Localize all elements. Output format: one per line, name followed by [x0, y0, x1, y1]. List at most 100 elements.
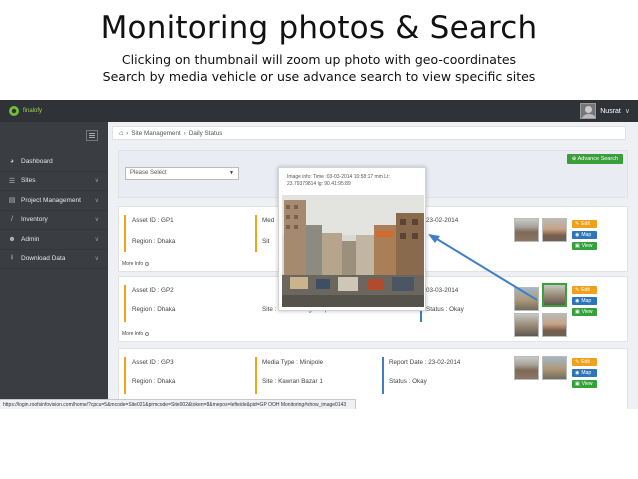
- map-button[interactable]: ◉ Map: [572, 297, 597, 305]
- more-info-link[interactable]: More Info: [122, 261, 150, 267]
- advance-search-button[interactable]: ⊕ Advance Search: [566, 154, 623, 164]
- map-label: Map: [581, 232, 592, 238]
- slide-title: Monitoring photos & Search: [100, 10, 538, 46]
- site-name: Sit: [262, 238, 270, 245]
- browser-status-url: https://login.roofsinfovision.com/home/?…: [0, 399, 356, 409]
- media-type: Med: [262, 217, 275, 224]
- status: Status : Okay: [426, 306, 464, 313]
- chevron-down-icon: ∨: [94, 217, 99, 224]
- view-icon: ▣: [575, 381, 580, 387]
- photo-thumbnail[interactable]: [514, 218, 539, 242]
- sidebar-item-admin[interactable]: ☻ Admin ∨: [0, 230, 108, 250]
- brand-icon: [9, 106, 19, 116]
- accent-bar: [382, 357, 384, 394]
- asset-id: Asset ID : GP3: [132, 359, 174, 366]
- breadcrumb-separator: ›: [183, 129, 186, 137]
- map-button[interactable]: ◉ Map: [572, 231, 597, 239]
- more-info-link[interactable]: More Info: [122, 331, 150, 337]
- report-date: 23-02-2014: [426, 217, 459, 224]
- view-button[interactable]: ▣ View: [572, 308, 597, 316]
- menu-toggle-icon[interactable]: [86, 130, 98, 141]
- accent-bar: [255, 215, 257, 252]
- select-value: Please Select: [130, 170, 167, 176]
- chevron-down-icon: ∨: [94, 256, 99, 263]
- street-photo-image: [282, 195, 424, 307]
- sidebar-nav: ◕ Dashboard ☰ Sites ∨ ▤ Project Manageme…: [0, 152, 108, 269]
- brand-logo[interactable]: finalofy: [8, 105, 42, 117]
- advance-search-label: Advance Search: [577, 156, 618, 162]
- chevron-down-icon: ∨: [94, 236, 99, 243]
- view-button[interactable]: ▣ View: [572, 242, 597, 250]
- photo-thumbnail[interactable]: [542, 313, 567, 337]
- report-date: Report Date : 23-02-2014: [389, 359, 461, 366]
- sidebar-item-inventory[interactable]: / Inventory ∨: [0, 211, 108, 230]
- asset-id: Asset ID : GP2: [132, 287, 174, 294]
- photo-thumbnail[interactable]: [514, 313, 539, 337]
- slide-subtitle-2: Search by media vehicle or use advance s…: [102, 69, 536, 84]
- sidebar-item-label: Dashboard: [21, 157, 53, 165]
- media-vehicle-select[interactable]: Please Select ▼: [125, 167, 239, 180]
- photo-thumbnail[interactable]: [514, 356, 539, 380]
- breadcrumb-page: Daily Status: [188, 129, 223, 137]
- user-name: Nusrat: [600, 107, 621, 115]
- photo-thumbnail-selected[interactable]: [542, 283, 567, 307]
- download-icon: ⭳: [10, 254, 14, 262]
- photo-thumbnail[interactable]: [542, 356, 567, 380]
- edit-icon: ✎: [575, 221, 580, 227]
- sidebar-item-dashboard[interactable]: ◕ Dashboard: [0, 152, 108, 172]
- view-label: View: [581, 243, 593, 249]
- chevron-down-icon: ∨: [94, 178, 99, 185]
- home-icon[interactable]: ⌂: [119, 130, 123, 137]
- chevron-down-icon: ∨: [94, 197, 99, 204]
- more-info-label: More Info: [122, 261, 144, 267]
- info-icon: [145, 262, 150, 266]
- zoomed-photo: [282, 195, 424, 307]
- edit-icon: ✎: [575, 287, 580, 293]
- accent-bar: [124, 357, 126, 394]
- dashboard-icon: ◕: [9, 157, 15, 165]
- edit-button[interactable]: ✎ Edit: [572, 286, 597, 294]
- map-icon: ◉: [575, 370, 580, 376]
- region: Region : Dhaka: [132, 238, 176, 245]
- photo-zoom-popup[interactable]: Image info: Time :03-03-2014 10:58:17 mm…: [278, 167, 426, 311]
- brand-name: finalofy: [23, 108, 43, 114]
- edit-button[interactable]: ✎ Edit: [572, 220, 597, 228]
- sidebar-item-label: Download Data: [21, 255, 66, 263]
- site-name: Site : Kawran Bazar 1: [262, 378, 323, 385]
- sidebar-item-download-data[interactable]: ⭳ Download Data ∨: [0, 250, 108, 269]
- view-icon: ▣: [575, 309, 580, 315]
- sidebar-item-label: Sites: [21, 177, 36, 185]
- report-date: 03-03-2014: [426, 287, 459, 294]
- view-button[interactable]: ▣ View: [572, 380, 597, 388]
- edit-label: Edit: [581, 359, 590, 365]
- admin-icon: ☻: [8, 235, 16, 243]
- map-icon: ◉: [575, 298, 580, 304]
- map-icon: ◉: [575, 232, 580, 238]
- region: Region : Dhaka: [132, 306, 176, 313]
- map-button[interactable]: ◉ Map: [572, 369, 597, 377]
- accent-bar: [255, 357, 257, 394]
- photo-thumbnail[interactable]: [542, 218, 567, 242]
- inventory-icon: /: [11, 216, 13, 224]
- edit-label: Edit: [581, 221, 590, 227]
- accent-bar: [124, 215, 126, 252]
- photo-thumbnail[interactable]: [514, 287, 539, 311]
- breadcrumb-section[interactable]: Site Management: [131, 130, 180, 137]
- caret-down-icon: ▼: [229, 170, 234, 176]
- project-icon: ▤: [8, 197, 16, 205]
- edit-button[interactable]: ✎ Edit: [572, 358, 597, 366]
- sidebar-item-project-management[interactable]: ▤ Project Management ∨: [0, 191, 108, 211]
- map-label: Map: [581, 298, 592, 304]
- sidebar-item-label: Project Management: [21, 196, 81, 204]
- breadcrumb-separator: ›: [126, 129, 129, 137]
- search-plus-icon: ⊕: [571, 156, 577, 162]
- sidebar-item-label: Inventory: [21, 216, 48, 224]
- user-menu[interactable]: Nusrat ∨: [580, 103, 630, 119]
- more-info-label: More Info: [122, 331, 144, 337]
- sidebar-item-sites[interactable]: ☰ Sites ∨: [0, 172, 108, 191]
- breadcrumb: ⌂ › Site Management › Daily Status: [112, 126, 626, 140]
- photo-geo-info: Image info: Time :03-03-2014 10:58:17 mm…: [287, 174, 390, 187]
- chevron-down-icon: ∨: [624, 108, 630, 115]
- asset-id: Asset ID : GP1: [132, 217, 174, 224]
- view-label: View: [581, 309, 593, 315]
